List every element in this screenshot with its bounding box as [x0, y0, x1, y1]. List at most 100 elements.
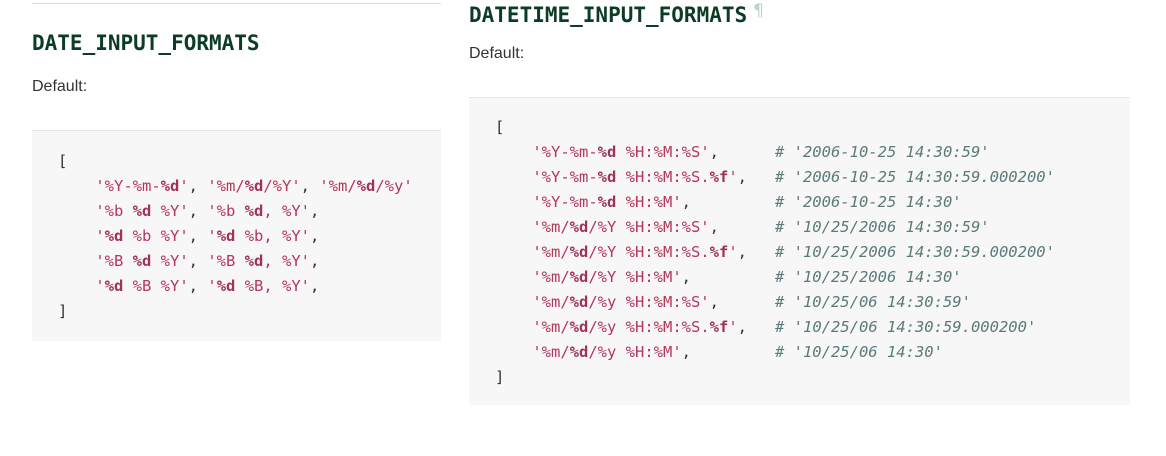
code-string: '%m/	[319, 177, 357, 195]
code-string: %B, %Y'	[235, 277, 311, 295]
code-format-directive: %d	[597, 143, 617, 161]
code-line: '%m/%d/%Y %H:%M', # '10/25/2006 14:30'	[495, 265, 1055, 290]
datetime-input-formats-panel: DATETIME_INPUT_FORMATS ¶ Default: [ '%Y-%…	[441, 0, 1166, 456]
code-punctuation: ,	[188, 277, 208, 295]
code-string: '%Y-%m-	[95, 177, 161, 195]
code-punctuation: ,	[681, 343, 775, 361]
code-format-directive: %d	[160, 177, 180, 195]
code-string: '	[207, 227, 217, 245]
code-format-directive: %d	[244, 252, 264, 270]
code-format-directive: %d	[216, 277, 236, 295]
code-line: '%Y-%m-%d %H:%M:%S.%f', # '2006-10-25 14…	[495, 165, 1055, 190]
code-punctuation: ]	[58, 302, 68, 320]
code-string: /%Y %H:%M:%S'	[588, 218, 710, 236]
datetime-formats-code-block: [ '%Y-%m-%d %H:%M:%S', # '2006-10-25 14:…	[469, 97, 1130, 405]
code-format-directive: %d	[216, 227, 236, 245]
code-line: '%d %b %Y', '%d %b, %Y',	[58, 224, 413, 249]
code-format-directive: %d	[569, 318, 589, 336]
date-input-formats-title: DATE_INPUT_FORMATS	[32, 31, 260, 55]
code-punctuation: ,	[709, 143, 775, 161]
code-punctuation: ,	[737, 168, 775, 186]
code-string: '%b	[95, 202, 133, 220]
code-format-directive: %d	[569, 268, 589, 286]
default-label: Default:	[32, 78, 88, 95]
code-format-directive: %d	[132, 252, 152, 270]
section-divider	[32, 3, 441, 4]
code-comment: # '2006-10-25 14:30'	[774, 193, 962, 211]
code-string: '%Y-%m-	[532, 143, 598, 161]
code-format-directive: %d	[597, 168, 617, 186]
code-string: '%m/	[532, 293, 570, 311]
code-string: %B %Y'	[123, 277, 189, 295]
code-punctuation	[495, 293, 532, 311]
code-comment: # '2006-10-25 14:30:59.000200'	[775, 168, 1055, 186]
code-comment: # '10/25/06 14:30:59'	[774, 293, 971, 311]
code-string: %H:%M:%S.	[616, 168, 710, 186]
code-punctuation	[58, 252, 95, 270]
code-punctuation: ,	[188, 252, 208, 270]
code-punctuation: ,	[709, 218, 775, 236]
code-line: '%m/%d/%Y %H:%M:%S.%f', # '10/25/2006 14…	[495, 240, 1055, 265]
code-comment: # '10/25/2006 14:30:59.000200'	[775, 243, 1055, 261]
code-punctuation: ]	[495, 368, 505, 386]
code-string: /%y %H:%M:%S'	[588, 293, 710, 311]
code-string: '%Y-%m-	[532, 193, 598, 211]
code-format-directive: %d	[569, 243, 589, 261]
code-string: '%B	[95, 252, 133, 270]
code-punctuation: ,	[310, 227, 320, 245]
code-string: '	[95, 227, 105, 245]
code-string: '%m/	[532, 343, 570, 361]
code-punctuation	[58, 177, 95, 195]
permalink-icon[interactable]: ¶	[753, 1, 764, 21]
code-punctuation: ,	[310, 277, 320, 295]
code-comment: # '10/25/2006 14:30'	[774, 268, 962, 286]
default-label: Default:	[469, 45, 525, 62]
code-punctuation	[495, 268, 532, 286]
code-string: '%m/	[532, 268, 570, 286]
code-format-directive: %f	[709, 243, 729, 261]
code-punctuation: ,	[188, 202, 208, 220]
code-format-directive: %d	[244, 177, 264, 195]
code-string: '%b	[207, 202, 245, 220]
code-punctuation: ,	[188, 177, 208, 195]
code-punctuation	[495, 243, 532, 261]
code-string: '	[728, 318, 738, 336]
code-punctuation: ,	[310, 202, 320, 220]
code-string: /%y'	[375, 177, 413, 195]
datetime-input-formats-title: DATETIME_INPUT_FORMATS	[469, 3, 748, 27]
code-line: '%m/%d/%Y %H:%M:%S', # '10/25/2006 14:30…	[495, 215, 1055, 240]
code-punctuation: ,	[681, 268, 775, 286]
code-string: '	[95, 277, 105, 295]
code-string: %H:%M:%S'	[616, 143, 710, 161]
code-string: %Y'	[151, 252, 189, 270]
date-input-formats-heading: DATE_INPUT_FORMATS	[32, 31, 260, 55]
code-lines: [ '%Y-%m-%d %H:%M:%S', # '2006-10-25 14:…	[495, 115, 1055, 390]
code-punctuation: ,	[681, 193, 775, 211]
code-format-directive: %d	[104, 227, 124, 245]
code-format-directive: %d	[356, 177, 376, 195]
code-format-directive: %f	[709, 318, 729, 336]
code-string: %b, %Y'	[235, 227, 311, 245]
code-string: '%m/	[207, 177, 245, 195]
code-punctuation: ,	[310, 252, 320, 270]
code-string: , %Y'	[263, 252, 310, 270]
code-comment: # '10/25/06 14:30'	[774, 343, 943, 361]
code-punctuation	[495, 143, 532, 161]
code-line: '%Y-%m-%d %H:%M:%S', # '2006-10-25 14:30…	[495, 140, 1055, 165]
code-string: %Y'	[151, 202, 189, 220]
code-punctuation: ,	[709, 293, 775, 311]
code-punctuation: [	[495, 118, 505, 136]
code-format-directive: %d	[597, 193, 617, 211]
code-format-directive: %d	[569, 293, 589, 311]
code-line: '%B %d %Y', '%B %d, %Y',	[58, 249, 413, 274]
code-comment: # '2006-10-25 14:30:59'	[774, 143, 990, 161]
code-string: '%Y-%m-	[532, 168, 598, 186]
code-string: '	[728, 243, 738, 261]
code-string: /%Y'	[263, 177, 301, 195]
code-line: '%d %B %Y', '%d %B, %Y',	[58, 274, 413, 299]
code-string: '%m/	[532, 318, 570, 336]
code-line: '%b %d %Y', '%b %d, %Y',	[58, 199, 413, 224]
code-line: [	[495, 115, 1055, 140]
code-line: '%m/%d/%y %H:%M:%S.%f', # '10/25/06 14:3…	[495, 315, 1055, 340]
code-line: ]	[495, 365, 1055, 390]
